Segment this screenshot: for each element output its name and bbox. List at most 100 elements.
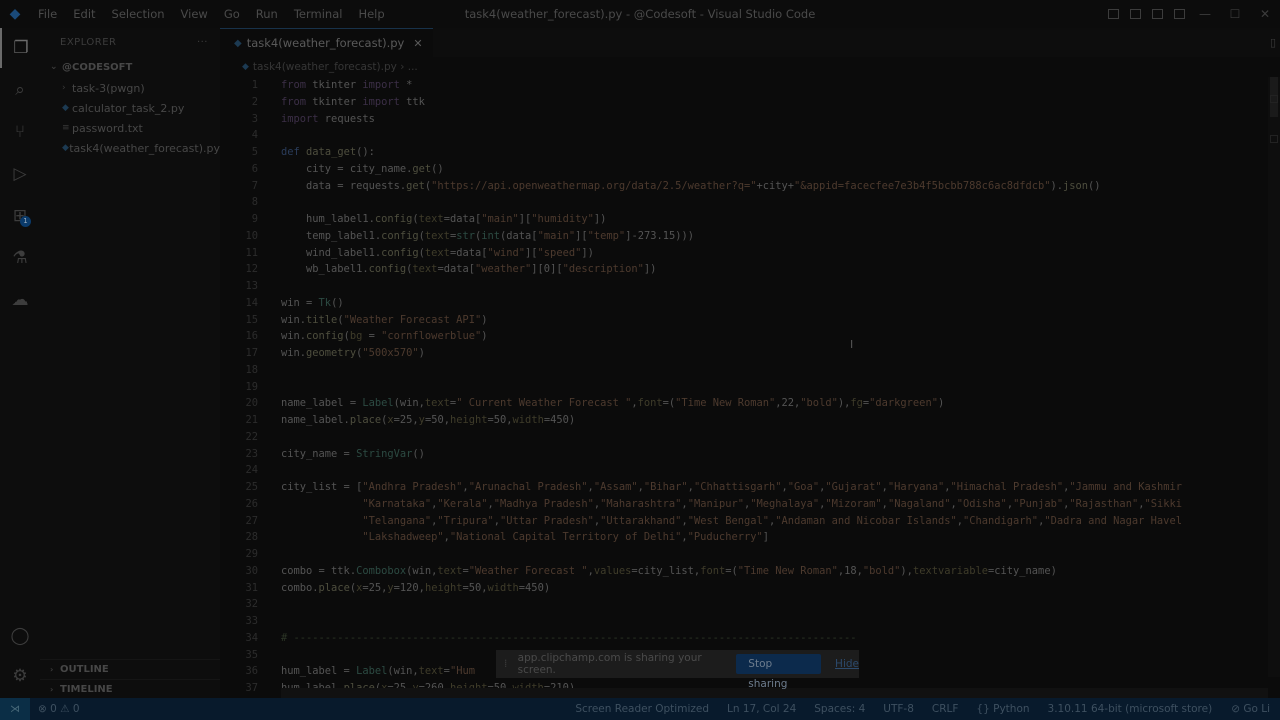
run-debug-icon[interactable]: ▷ — [0, 154, 40, 194]
menu-bar: File Edit Selection View Go Run Terminal… — [30, 0, 393, 28]
code-line[interactable]: 25 city_list = ["Andhra Pradesh","Arunach… — [220, 479, 1268, 496]
problems-indicator[interactable]: ⊗ 0 ⚠ 0 — [30, 703, 80, 715]
encoding-status[interactable]: UTF-8 — [874, 703, 923, 715]
code-line[interactable]: 31 combo.place(x=25,y=120,height=50,width… — [220, 580, 1268, 597]
code-line[interactable]: 15 win.title("Weather Forecast API") — [220, 312, 1268, 329]
hide-link[interactable]: Hide — [835, 658, 859, 670]
breadcrumb[interactable]: ◆ task4(weather_forecast).py › ... — [220, 57, 1280, 77]
menu-file[interactable]: File — [30, 0, 65, 28]
indentation-status[interactable]: Spaces: 4 — [805, 703, 874, 715]
code-line[interactable]: 2 from tkinter import ttk — [220, 94, 1268, 111]
customize-layout-icon[interactable] — [1168, 0, 1190, 28]
file-item-task3-folder[interactable]: › task-3(pwgn) — [40, 78, 220, 98]
line-number: 25 — [245, 481, 258, 493]
accounts-icon[interactable]: ◯ — [0, 616, 40, 656]
split-editor-icon[interactable]: ▯ — [1270, 36, 1276, 49]
code-line[interactable]: 3 import requests — [220, 111, 1268, 128]
eol-status[interactable]: CRLF — [923, 703, 968, 715]
stop-sharing-button[interactable]: Stop sharing — [736, 654, 822, 690]
code-line[interactable]: 28 "Lakshadweep","National Capital Terri… — [220, 529, 1268, 546]
file-item-password[interactable]: ≡ password.txt — [40, 118, 220, 138]
toggle-secondary-sidebar-icon[interactable] — [1146, 0, 1168, 28]
activity-bar: ❐ ⌕ ⑂ ▷ ⊞ 1 ⚗ ☁ ◯ ⚙ — [0, 28, 40, 698]
explorer-icon[interactable]: ❐ — [0, 28, 40, 68]
menu-selection[interactable]: Selection — [104, 0, 173, 28]
code-line[interactable]: 6 city = city_name.get() — [220, 161, 1268, 178]
code-text: # --------------------------------------… — [281, 631, 857, 644]
code-line[interactable]: 5 def data_get(): — [220, 144, 1268, 161]
drag-handle-icon[interactable]: ⁞ — [496, 658, 508, 670]
code-line[interactable]: 1 from tkinter import * — [220, 77, 1268, 94]
code-line[interactable]: 17 win.geometry("500x570") — [220, 345, 1268, 362]
code-line[interactable]: 19 — [220, 379, 1268, 396]
menu-help[interactable]: Help — [350, 0, 392, 28]
screen-reader-status[interactable]: Screen Reader Optimized — [566, 703, 718, 715]
go-live-button[interactable]: ⊘ Go Li — [1221, 703, 1280, 715]
file-item-calculator[interactable]: ◆ calculator_task_2.py — [40, 98, 220, 118]
vertical-scrollbar[interactable] — [1268, 77, 1280, 677]
code-line[interactable]: 22 — [220, 429, 1268, 446]
source-control-icon[interactable]: ⑂ — [0, 112, 40, 152]
extensions-icon[interactable]: ⊞ 1 — [0, 196, 40, 236]
line-number: 29 — [245, 548, 258, 560]
timeline-section[interactable]: › TIMELINE — [40, 679, 220, 699]
file-item-weather[interactable]: ◆ task4(weather_forecast).py — [40, 138, 220, 158]
code-line[interactable]: 16 win.config(bg = "cornflowerblue") — [220, 328, 1268, 345]
line-number: 22 — [245, 430, 258, 443]
code-text: combo.place(x=25,y=120,height=50,width=4… — [281, 581, 551, 594]
code-line[interactable]: 24 — [220, 462, 1268, 479]
line-number: 15 — [245, 313, 258, 326]
line-number: 20 — [245, 397, 258, 410]
code-line[interactable]: 20 name_label = Label(win,text=" Current … — [220, 395, 1268, 412]
code-line[interactable]: 26 "Karnataka","Kerala","Madhya Pradesh"… — [220, 496, 1268, 513]
code-line[interactable]: 4 — [220, 127, 1268, 144]
menu-terminal[interactable]: Terminal — [286, 0, 351, 28]
language-mode[interactable]: {} Python — [967, 703, 1038, 715]
code-line[interactable]: 29 — [220, 546, 1268, 563]
code-line[interactable]: 13 — [220, 278, 1268, 295]
code-line[interactable]: 21 name_label.place(x=25,y=50,height=50,w… — [220, 412, 1268, 429]
menu-edit[interactable]: Edit — [65, 0, 103, 28]
docker-icon[interactable]: ☁ — [0, 280, 40, 320]
maximize-icon[interactable]: ☐ — [1220, 0, 1250, 28]
manage-gear-icon[interactable]: ⚙ — [0, 656, 40, 696]
code-line[interactable]: 7 data = requests.get("https://api.openw… — [220, 178, 1268, 195]
workspace-folder[interactable]: ⌄ @CODESOFT — [40, 56, 220, 78]
code-line[interactable]: 23 city_name = StringVar() — [220, 446, 1268, 463]
code-line[interactable]: 9 hum_label1.config(text=data["main"]["h… — [220, 211, 1268, 228]
python-interpreter[interactable]: 3.10.11 64-bit (microsoft store) — [1039, 703, 1222, 715]
line-number: 23 — [245, 447, 258, 460]
search-icon[interactable]: ⌕ — [0, 70, 40, 110]
menu-view[interactable]: View — [173, 0, 216, 28]
code-line[interactable]: 8 — [220, 194, 1268, 211]
code-line[interactable]: 11 wind_label1.config(text=data["wind"][… — [220, 245, 1268, 262]
tab-weather-forecast[interactable]: ◆ task4(weather_forecast).py ✕ — [220, 28, 433, 57]
cursor-position[interactable]: Ln 17, Col 24 — [718, 703, 805, 715]
close-window-icon[interactable]: ✕ — [1250, 0, 1280, 28]
minimize-icon[interactable]: — — [1190, 0, 1220, 28]
code-line[interactable]: 14 win = Tk() — [220, 295, 1268, 312]
code-line[interactable]: 32 — [220, 596, 1268, 613]
testing-icon[interactable]: ⚗ — [0, 238, 40, 278]
toggle-sidebar-icon[interactable] — [1102, 0, 1124, 28]
code-line[interactable]: 18 — [220, 362, 1268, 379]
line-number: 24 — [245, 464, 258, 477]
code-line[interactable]: 33 — [220, 613, 1268, 630]
code-line[interactable]: 30 combo = ttk.Combobox(win,text="Weather… — [220, 563, 1268, 580]
line-number: 1 — [251, 79, 258, 91]
code-line[interactable]: 34 # ------------------------------------… — [220, 630, 1268, 647]
menu-run[interactable]: Run — [248, 0, 286, 28]
remote-indicator-icon[interactable]: ⋊ — [0, 698, 30, 720]
code-text: "Lakshadweep","National Capital Territor… — [362, 531, 769, 544]
toggle-panel-icon[interactable] — [1124, 0, 1146, 28]
code-line[interactable]: 10 temp_label1.config(text=str(int(data[… — [220, 228, 1268, 245]
line-number: 2 — [251, 95, 258, 108]
line-number: 5 — [251, 146, 258, 158]
close-tab-icon[interactable]: ✕ — [413, 37, 422, 50]
explorer-more-icon[interactable]: ··· — [197, 37, 208, 48]
outline-section[interactable]: › OUTLINE — [40, 659, 220, 679]
line-number: 18 — [245, 363, 258, 376]
menu-go[interactable]: Go — [216, 0, 248, 28]
code-line[interactable]: 12 wb_label1.config(text=data["weather"]… — [220, 261, 1268, 278]
code-line[interactable]: 27 "Telangana","Tripura","Uttar Pradesh"… — [220, 513, 1268, 530]
